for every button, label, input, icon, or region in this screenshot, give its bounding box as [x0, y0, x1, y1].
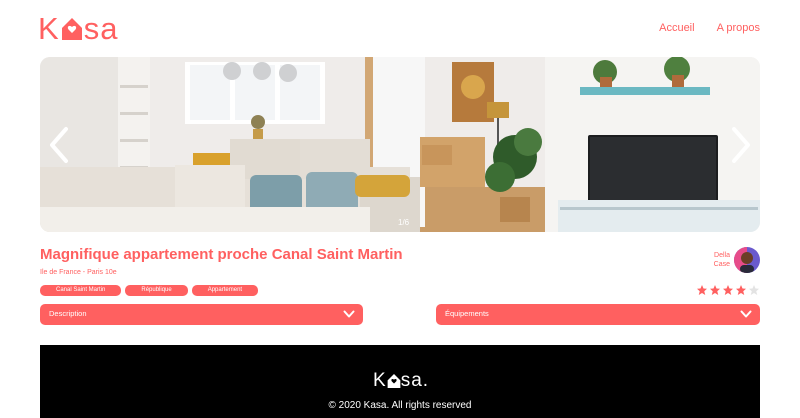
- equipments-collapse[interactable]: Équipements: [436, 304, 760, 325]
- avatar: [734, 247, 760, 273]
- site-footer: K sa. © 2020 Kasa. All rights reserved: [40, 345, 760, 418]
- footer-logo: K sa.: [373, 371, 429, 391]
- description-collapse[interactable]: Description: [40, 304, 363, 325]
- footer-logo-text-rest: sa.: [400, 370, 430, 391]
- tag-list: Canal Saint Martin République Appartemen…: [40, 285, 259, 296]
- house-icon: [387, 374, 401, 388]
- description-label: Description: [49, 309, 87, 318]
- main-nav: Accueil A propos: [659, 22, 760, 34]
- tag-item: Canal Saint Martin: [40, 285, 122, 296]
- host-first-name: Della: [714, 252, 730, 259]
- nav-link-a-propos[interactable]: A propos: [717, 22, 760, 34]
- chevron-down-icon[interactable]: [740, 310, 752, 319]
- listing-title: Magnifique appartement proche Canal Sain…: [40, 246, 403, 263]
- host-last-name: Case: [713, 261, 730, 268]
- tag-item: République: [125, 285, 188, 296]
- tag-item: Appartement: [191, 285, 259, 296]
- photo-counter: 1/6: [398, 218, 410, 227]
- listing-location: Ile de France - Paris 10e: [40, 269, 117, 276]
- photo-carousel: 1/6: [40, 57, 760, 232]
- host-name: Della Case: [714, 251, 730, 269]
- rating-stars: [696, 284, 760, 296]
- logo-letter-k: K: [38, 11, 60, 46]
- copyright-text: © 2020 Kasa. All rights reserved: [328, 400, 472, 411]
- equipments-label: Équipements: [445, 309, 489, 318]
- chevron-down-icon[interactable]: [343, 310, 355, 319]
- star-empty-icon: [749, 285, 759, 295]
- logo-text-rest: sa: [83, 11, 119, 46]
- star-icon: [710, 285, 720, 295]
- star-icon: [736, 285, 746, 295]
- chevron-left-icon[interactable]: [46, 125, 74, 165]
- site-header: K sa Accueil A propos: [0, 0, 800, 58]
- star-icon: [723, 285, 733, 295]
- host-info: Della Case: [714, 247, 760, 273]
- footer-logo-letter-k: K: [373, 370, 387, 391]
- apartment-photo: [40, 57, 760, 232]
- chevron-right-icon[interactable]: [726, 125, 754, 165]
- nav-link-accueil[interactable]: Accueil: [659, 22, 694, 34]
- house-icon: [61, 18, 82, 40]
- star-icon: [697, 285, 707, 295]
- kasa-logo[interactable]: K sa: [38, 13, 118, 45]
